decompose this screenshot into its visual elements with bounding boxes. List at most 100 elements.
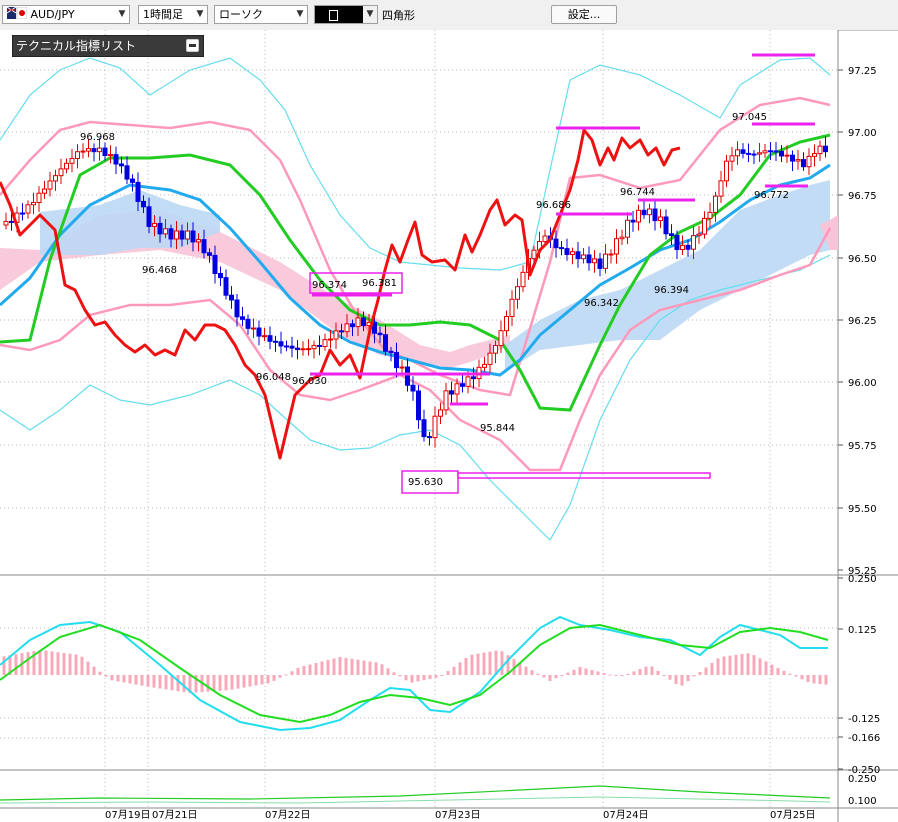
macd-histogram-bar: [422, 675, 426, 681]
date-axis-label: 07月23日: [435, 809, 480, 821]
candle-body: [86, 148, 91, 152]
candle-body: [438, 409, 443, 417]
macd-histogram-bar: [140, 675, 144, 686]
candle-body: [300, 348, 306, 351]
price-annotation-label: 96.744: [620, 187, 655, 198]
macd-histogram-bar: [596, 671, 600, 675]
symbol-label: AUD/JPY: [30, 8, 75, 21]
timeframe-select[interactable]: 1時間足 ▼: [138, 5, 208, 24]
candle-body: [421, 419, 427, 438]
macd-histogram-bar: [98, 671, 102, 675]
candle-body: [515, 286, 520, 300]
macd-histogram-bar: [182, 675, 186, 693]
candle-body: [410, 384, 416, 392]
candle-body: [361, 317, 366, 327]
symbol-select[interactable]: AUD/JPY ▼: [2, 5, 130, 24]
candle-body: [9, 220, 14, 223]
candle-body: [636, 209, 641, 223]
chart-type-label: ローソク: [219, 8, 263, 21]
indicator-list-panel[interactable]: テクニカル指標リスト: [12, 35, 204, 57]
macd-histogram-bar: [722, 656, 726, 675]
candle-body: [284, 345, 289, 348]
macd-histogram-bar: [782, 670, 786, 675]
macd-histogram-bar: [482, 652, 486, 675]
macd-histogram-bar: [308, 664, 312, 675]
date-axis-label: 07月24日: [603, 809, 648, 821]
macd-histogram-bar: [452, 666, 456, 675]
candle-body: [817, 145, 823, 155]
price-annotation-label: 97.045: [732, 112, 767, 123]
macd-histogram-bar: [296, 668, 300, 675]
draw-tool-select[interactable]: ▼: [314, 5, 378, 24]
candle-body: [196, 239, 201, 243]
minimize-icon[interactable]: [186, 39, 199, 52]
price-axis-label: 97.25: [848, 66, 877, 77]
macd-histogram-bar: [704, 667, 708, 675]
candle-body: [570, 251, 575, 255]
chevron-down-icon: ▼: [296, 9, 304, 19]
indicator-list-label: テクニカル指標リスト: [16, 39, 137, 53]
candle-body: [542, 235, 548, 243]
macd-histogram-bar: [242, 675, 246, 688]
macd-histogram-bar: [110, 675, 114, 681]
price-axis-label: 97.00: [848, 128, 877, 139]
candle-body: [306, 348, 311, 351]
candle-body: [53, 175, 58, 182]
candle-body: [823, 145, 828, 153]
macd-histogram-bar: [794, 675, 798, 677]
candle-body: [685, 244, 691, 250]
candle-body: [273, 340, 278, 343]
candle-body: [416, 390, 421, 421]
macd-histogram-bar: [320, 661, 324, 675]
candle-body: [31, 201, 36, 206]
macd-histogram-bar: [638, 669, 642, 675]
candle-body: [482, 363, 487, 368]
macd-histogram-bar: [458, 662, 462, 675]
candle-body: [773, 150, 779, 153]
macd-histogram-bar: [212, 675, 216, 692]
candle-body: [251, 327, 256, 330]
candle-body: [465, 376, 471, 387]
macd-histogram-bar: [134, 675, 138, 685]
candle-body: [795, 159, 801, 162]
macd-histogram-bar: [602, 673, 606, 675]
macd-histogram-bar: [80, 656, 84, 675]
macd-histogram-bar: [476, 653, 480, 675]
macd-histogram-bar: [692, 675, 696, 677]
macd-histogram-bar: [146, 675, 150, 687]
macd-histogram-bar: [608, 674, 612, 676]
candle-body: [658, 216, 663, 222]
price-axis-label: 96.00: [848, 378, 877, 389]
macd-histogram-bar: [806, 675, 810, 683]
candle-body: [641, 209, 647, 216]
candle-body: [157, 222, 163, 235]
candle-body: [746, 152, 751, 155]
candle-body: [355, 317, 361, 328]
candle-body: [581, 254, 586, 260]
macd-histogram-bar: [548, 675, 552, 681]
macd-histogram-bar: [446, 671, 450, 675]
candle-body: [575, 251, 581, 260]
candle-body: [663, 216, 669, 235]
candle-body: [630, 219, 636, 223]
chart-canvas[interactable]: 96.968 96.468 96.048 96.030 96.374 96.381 95.6…: [0, 30, 898, 822]
price-annotation-label: 96.394: [654, 285, 689, 296]
macd-histogram-bar: [326, 660, 330, 675]
candle-body: [322, 339, 328, 347]
chart-type-select[interactable]: ローソク ▼: [214, 5, 308, 24]
toolbar: AUD/JPY ▼ 1時間足 ▼ ローソク ▼ ▼ 四角形 設定...: [0, 0, 898, 31]
price-annotation-label: 96.381: [362, 278, 397, 289]
flag-icon: [6, 6, 28, 24]
macd-histogram-bar: [398, 675, 402, 677]
macd-histogram-bar: [440, 675, 444, 676]
macd-histogram-bar: [152, 675, 156, 688]
candle-body: [174, 230, 179, 240]
macd-histogram-bar: [248, 675, 252, 687]
macd-histogram-bar: [230, 675, 234, 690]
candle-body: [212, 254, 218, 275]
settings-button[interactable]: 設定...: [551, 5, 617, 24]
candle-body: [449, 390, 454, 395]
macd-histogram-bar: [86, 661, 90, 675]
macd-histogram-bar: [710, 663, 714, 675]
price-annotation-label: 96.030: [292, 376, 327, 387]
